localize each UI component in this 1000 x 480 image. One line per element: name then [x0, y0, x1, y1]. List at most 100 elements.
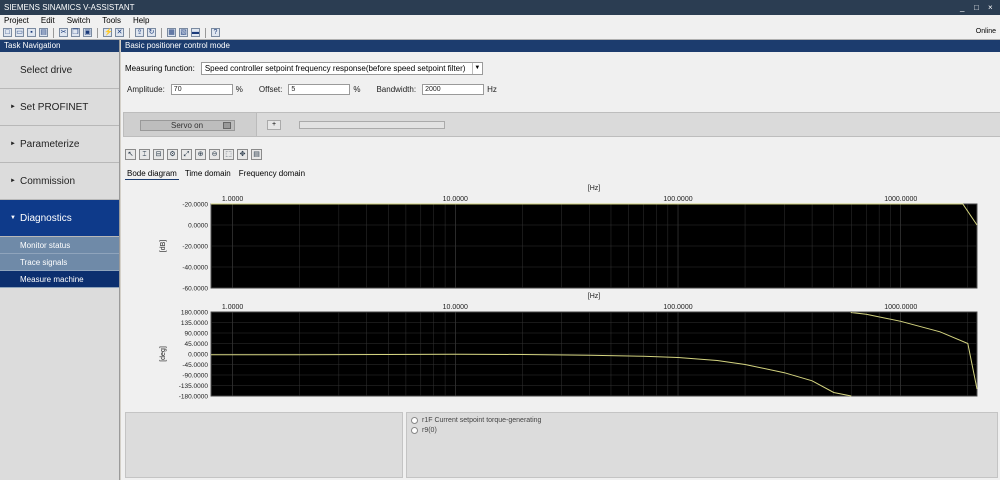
x-tick-label: 1.0000	[222, 304, 244, 311]
window-title: SIEMENS SINAMICS V-ASSISTANT	[4, 3, 135, 12]
disconnect-icon[interactable]: ✕	[115, 28, 124, 37]
y-tick-label: -20.0000	[182, 244, 208, 251]
nav-item-parameterize[interactable]: ► Parameterize	[0, 126, 119, 163]
toolbar-separator	[205, 27, 206, 38]
nav-item-select-drive[interactable]: Select drive	[0, 52, 119, 89]
zoom-in-icon[interactable]: ⊕	[195, 149, 206, 160]
measuring-function-row: Measuring function: Speed controller set…	[125, 62, 483, 75]
expand-arrow-icon: ►	[10, 178, 16, 184]
subitem-trace-signals[interactable]: Trace signals	[0, 254, 119, 271]
servo-on-button[interactable]: Servo on	[140, 120, 235, 131]
legend-item[interactable]: r9(0)	[407, 425, 997, 435]
nav-item-label: Diagnostics	[20, 212, 72, 224]
upload-icon[interactable]: ⇪	[135, 28, 144, 37]
pointer-icon[interactable]: ↖	[125, 149, 136, 160]
cut-icon[interactable]: ✂	[59, 28, 68, 37]
x-tick-label: 10.0000	[443, 304, 468, 311]
grid-view-icon[interactable]: ▦	[167, 28, 176, 37]
y-tick-label: 90.0000	[185, 331, 209, 338]
open-file-icon[interactable]: ▭	[15, 28, 24, 37]
y-tick-label: -90.0000	[182, 373, 208, 380]
menu-project[interactable]: Project	[4, 15, 29, 26]
bandwidth-field[interactable]: 2000	[422, 84, 485, 95]
y-tick-label: -135.0000	[179, 383, 209, 390]
nav-item-set-profinet[interactable]: ► Set PROFINET	[0, 89, 119, 126]
nav-item-commission[interactable]: ► Commission	[0, 163, 119, 200]
cursor-y-icon[interactable]: ⊟	[153, 149, 164, 160]
measuring-function-label: Measuring function:	[125, 64, 195, 73]
subitem-measure-machine[interactable]: Measure machine	[0, 271, 119, 288]
connect-icon[interactable]: ⚡	[103, 28, 113, 37]
y-axis-label: [deg]	[160, 346, 167, 362]
toolbar-separator	[97, 27, 98, 38]
pan-icon[interactable]: ✥	[237, 149, 248, 160]
x-tick-label: 1000.0000	[884, 196, 917, 203]
radio-icon[interactable]	[411, 416, 418, 424]
chart-toolbar: ↖ ⌶ ⊟ ⚙ ⤢ ⊕ ⊖ ⬚ ✥ ▤	[125, 149, 262, 160]
amplitude-field[interactable]: 70	[170, 84, 233, 95]
chevron-down-icon[interactable]: ▼	[471, 63, 482, 74]
offset-unit: %	[353, 85, 361, 94]
bottom-left-panel	[125, 412, 403, 478]
jog-plus-button[interactable]: +	[267, 120, 281, 130]
y-tick-label: -180.0000	[179, 394, 209, 401]
minimize-icon[interactable]: _	[960, 0, 968, 15]
y-tick-label: 180.0000	[181, 310, 208, 317]
servo-indicator-icon	[223, 122, 231, 129]
nav-item-diagnostics[interactable]: ▼ Diagnostics	[0, 200, 119, 237]
settings-icon[interactable]: ⚙	[167, 149, 178, 160]
paste-icon[interactable]: ▣	[83, 28, 92, 37]
legend-label: r9(0)	[422, 426, 437, 434]
bode-plot-svg[interactable]: [Hz] 1.0000 10.0000 100.0000 1000.0000 -20.00…	[125, 180, 987, 406]
menu-tools[interactable]: Tools	[102, 15, 121, 26]
offset-field[interactable]: 5	[288, 84, 351, 95]
jog-panel: +	[256, 113, 1000, 136]
bode-plot-area: [Hz] 1.0000 10.0000 100.0000 1000.0000 -20.00…	[125, 180, 987, 406]
toolbar-separator	[53, 27, 54, 38]
x-tick-label: 10.0000	[443, 196, 468, 203]
bandwidth-unit: Hz	[487, 85, 497, 94]
help-icon[interactable]: ?	[211, 28, 220, 37]
zoom-out-icon[interactable]: ⊖	[209, 149, 220, 160]
app-window: SIEMENS SINAMICS V-ASSISTANT _ □ × Proje…	[0, 0, 1000, 480]
y-tick-label: -60.0000	[182, 286, 208, 293]
y-axis-label: [dB]	[160, 240, 167, 253]
legend-item[interactable]: r1F Current setpoint torque-generating	[407, 415, 997, 425]
auto-scale-icon[interactable]: ⤢	[181, 149, 192, 160]
x-tick-label: 1.0000	[222, 196, 244, 203]
menu-edit[interactable]: Edit	[41, 15, 55, 26]
refresh-icon[interactable]: ↻	[147, 28, 156, 37]
servo-bar: Servo on +	[123, 112, 1000, 137]
image-icon[interactable]: ▧	[179, 28, 188, 37]
subitem-monitor-status[interactable]: Monitor status	[0, 237, 119, 254]
cursor-x-icon[interactable]: ⌶	[139, 149, 150, 160]
save-icon[interactable]: ▪	[27, 28, 36, 37]
connection-status: Online	[975, 28, 996, 35]
x-axis-label: [Hz]	[588, 185, 601, 192]
zoom-box-icon[interactable]: ⬚	[223, 149, 234, 160]
menu-help[interactable]: Help	[133, 15, 149, 26]
x-tick-label: 100.0000	[663, 304, 692, 311]
nav-header: Task Navigation	[0, 40, 119, 52]
nav-item-label: Commission	[20, 175, 76, 187]
export-icon[interactable]: ▤	[251, 149, 262, 160]
amplitude-label: Amplitude:	[127, 85, 165, 94]
expand-arrow-icon: ►	[10, 141, 16, 147]
nav-item-label: Select drive	[20, 64, 73, 76]
new-file-icon[interactable]: □	[3, 28, 12, 37]
measuring-function-select[interactable]: Speed controller setpoint frequency resp…	[200, 62, 483, 75]
monitor-icon[interactable]: ▬	[191, 28, 200, 37]
bandwidth-label: Bandwidth:	[376, 85, 417, 94]
title-bar: SIEMENS SINAMICS V-ASSISTANT _ □ ×	[0, 0, 1000, 15]
expand-arrow-icon: ►	[10, 104, 16, 110]
maximize-icon[interactable]: □	[974, 0, 982, 15]
jog-slider[interactable]	[299, 121, 445, 129]
menu-switch[interactable]: Switch	[67, 15, 91, 26]
copy-icon[interactable]: ❐	[71, 28, 80, 37]
radio-icon[interactable]	[411, 426, 418, 434]
offset-label: Offset:	[258, 85, 283, 94]
close-icon[interactable]: ×	[988, 0, 996, 15]
legend-label: r1F Current setpoint torque-generating	[422, 416, 542, 424]
y-tick-label: 135.0000	[181, 320, 208, 327]
print-icon[interactable]: ▤	[39, 28, 48, 37]
